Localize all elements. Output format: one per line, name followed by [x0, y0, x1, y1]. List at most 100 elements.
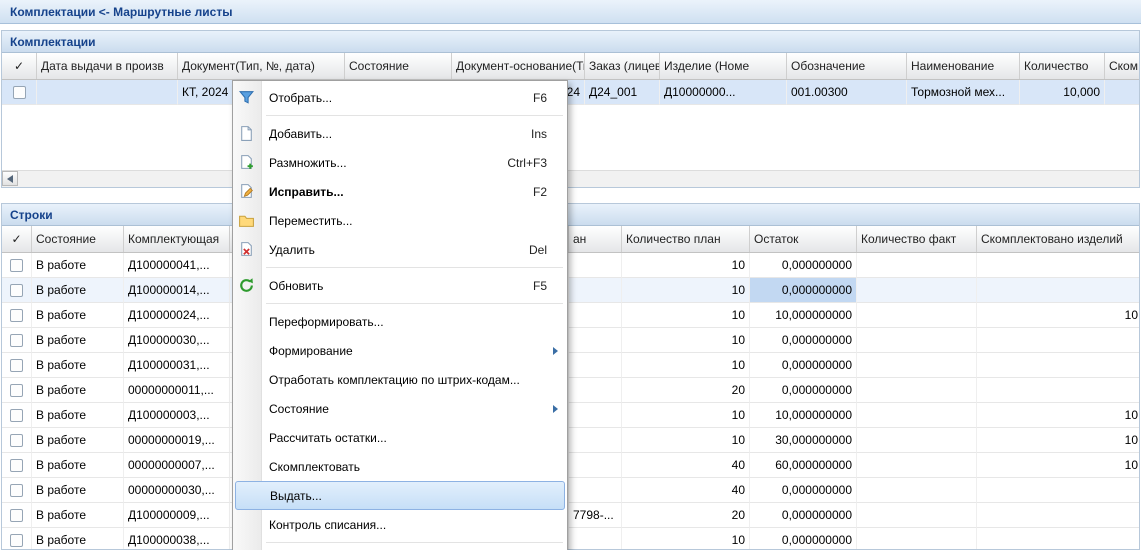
- grid-cell: 0,000000000: [750, 378, 857, 403]
- column-header[interactable]: Состояние: [345, 53, 452, 79]
- menu-item-shortcut: F5: [533, 279, 547, 293]
- menu-item-label: Скомплектовать: [269, 460, 547, 474]
- lines-grid-header: ✓ СостояниеКомплектующая анКоличество план…: [2, 226, 1139, 253]
- row-checkbox[interactable]: [10, 484, 23, 497]
- menu-item-label: Формирование: [269, 344, 547, 358]
- row-checkbox[interactable]: [10, 309, 23, 322]
- grid-cell: [857, 328, 977, 353]
- menu-item-duplicate[interactable]: Размножить...Ctrl+F3: [233, 148, 567, 177]
- table-row[interactable]: В работеД100000024,...1010,00000000010: [2, 303, 1139, 328]
- column-header[interactable]: Дата выдачи в произв: [37, 53, 178, 79]
- column-header[interactable]: Документ-основание(Ти: [452, 53, 585, 79]
- grid-cell: 0,000000000: [750, 253, 857, 278]
- column-header[interactable]: Количество факт: [857, 226, 977, 252]
- menu-item-refresh[interactable]: ОбновитьF5: [233, 271, 567, 300]
- delete-icon: [238, 241, 255, 258]
- column-header[interactable]: Скомплектовано изделий: [977, 226, 1139, 252]
- menu-item-issue[interactable]: Выдать...: [235, 481, 565, 510]
- scroll-left-button[interactable]: [2, 171, 18, 186]
- cell-text: 00000000030,...: [128, 483, 215, 497]
- row-checkbox[interactable]: [13, 86, 26, 99]
- table-row[interactable]: В работеД100000014,...100,000000000: [2, 278, 1139, 303]
- table-row[interactable]: В работеД100000003,...1010,00000000010: [2, 403, 1139, 428]
- row-checkbox[interactable]: [10, 534, 23, 547]
- table-row[interactable]: В работеД100000038,...100,000000000: [2, 528, 1139, 550]
- table-row[interactable]: В работеД100000030,...100,000000000: [2, 328, 1139, 353]
- menu-item-writeoff-control[interactable]: Контроль списания...: [233, 510, 567, 539]
- menu-item-assemble[interactable]: Скомплектовать: [233, 452, 567, 481]
- column-header[interactable]: Наименование: [907, 53, 1020, 79]
- menu-item-barcode-processing[interactable]: Отработать комплектацию по штрих-кодам..…: [233, 365, 567, 394]
- grid-cell: 0,000000000: [750, 353, 857, 378]
- menu-item-formation[interactable]: Формирование: [233, 336, 567, 365]
- column-header[interactable]: Комплектующая: [124, 226, 230, 252]
- column-header[interactable]: Количество: [1020, 53, 1105, 79]
- table-row[interactable]: В работе00000000007,...4060,00000000010: [2, 453, 1139, 478]
- cell-text: 00000000007,...: [128, 458, 215, 472]
- checkbox-cell: [2, 253, 32, 278]
- row-checkbox[interactable]: [10, 434, 23, 447]
- row-checkbox[interactable]: [10, 384, 23, 397]
- column-header[interactable]: Состояние: [32, 226, 124, 252]
- column-header[interactable]: Заказ (лицево: [585, 53, 660, 79]
- cell-text: Д100000030,...: [128, 333, 210, 347]
- row-checkbox[interactable]: [10, 509, 23, 522]
- cell-text: 0,000000000: [782, 483, 852, 497]
- menu-item-filter[interactable]: Отобрать...F6: [233, 83, 567, 112]
- lines-panel-title: Строки: [10, 208, 53, 222]
- cell-text: 10: [732, 533, 745, 547]
- menu-separator: [233, 539, 567, 546]
- add-icon: [238, 125, 255, 142]
- select-all-header[interactable]: ✓: [2, 53, 37, 79]
- column-header[interactable]: Ском: [1105, 53, 1139, 79]
- table-row[interactable]: В работе00000000030,...400,000000000: [2, 478, 1139, 503]
- table-row[interactable]: В работеД100000009,...7798-...200,000000…: [2, 503, 1139, 528]
- menu-item-label: Рассчитать остатки...: [269, 431, 547, 445]
- column-header[interactable]: Количество план: [622, 226, 750, 252]
- row-checkbox[interactable]: [10, 259, 23, 272]
- grid-cell: В работе: [32, 428, 124, 453]
- check-icon: ✓: [11, 232, 21, 246]
- table-row[interactable]: В работе00000000019,...1030,00000000010: [2, 428, 1139, 453]
- grid-cell: [977, 278, 1139, 303]
- menu-item-label: Состояние: [269, 402, 547, 416]
- row-checkbox[interactable]: [10, 334, 23, 347]
- cell-text: В работе: [36, 508, 86, 522]
- column-header[interactable]: ан: [569, 226, 622, 252]
- cell-text: 001.00300: [791, 85, 848, 99]
- column-header[interactable]: Документ(Тип, №, дата): [178, 53, 345, 79]
- cell-text: Д100000024,...: [128, 308, 210, 322]
- column-header[interactable]: Остаток: [750, 226, 857, 252]
- row-checkbox[interactable]: [10, 459, 23, 472]
- menu-item-move[interactable]: Переместить...: [233, 206, 567, 235]
- row-checkbox[interactable]: [10, 409, 23, 422]
- kits-grid-header: ✓Дата выдачи в произвДокумент(Тип, №, да…: [2, 53, 1139, 80]
- grid-cell: [569, 253, 622, 278]
- checkbox-cell: [2, 528, 32, 550]
- menu-item-add[interactable]: Добавить...Ins: [233, 119, 567, 148]
- menu-item-state[interactable]: Состояние: [233, 394, 567, 423]
- grid-cell: [857, 428, 977, 453]
- select-all-header[interactable]: ✓: [2, 226, 32, 252]
- kits-horizontal-scrollbar[interactable]: [2, 170, 1139, 187]
- menu-item-recalc-remainders[interactable]: Рассчитать остатки...: [233, 423, 567, 452]
- row-checkbox[interactable]: [10, 359, 23, 372]
- column-header-label: Наименование: [911, 59, 994, 73]
- menu-item-edit[interactable]: Исправить...F2: [233, 177, 567, 206]
- column-header[interactable]: Изделие (Номе: [660, 53, 787, 79]
- menu-item-reform[interactable]: Переформировать...: [233, 307, 567, 336]
- grid-cell: [857, 478, 977, 503]
- row-checkbox[interactable]: [10, 284, 23, 297]
- grid-cell: [977, 378, 1139, 403]
- menu-item-delete[interactable]: УдалитьDel: [233, 235, 567, 264]
- column-header[interactable]: Обозначение: [787, 53, 907, 79]
- table-row[interactable]: КТ, 2024024Д24_001Д10000000...001.00300Т…: [2, 80, 1139, 105]
- cell-text: 10: [732, 433, 745, 447]
- grid-cell: Д100000031,...: [124, 353, 230, 378]
- table-row[interactable]: В работеД100000041,...100,000000000: [2, 253, 1139, 278]
- column-header-label: Ском: [1109, 59, 1138, 73]
- table-row[interactable]: В работеД100000031,...100,000000000: [2, 353, 1139, 378]
- table-row[interactable]: В работе00000000011,...200,000000000: [2, 378, 1139, 403]
- menu-item-shortcut: Ctrl+F3: [507, 156, 547, 170]
- column-header-label: Обозначение: [791, 59, 865, 73]
